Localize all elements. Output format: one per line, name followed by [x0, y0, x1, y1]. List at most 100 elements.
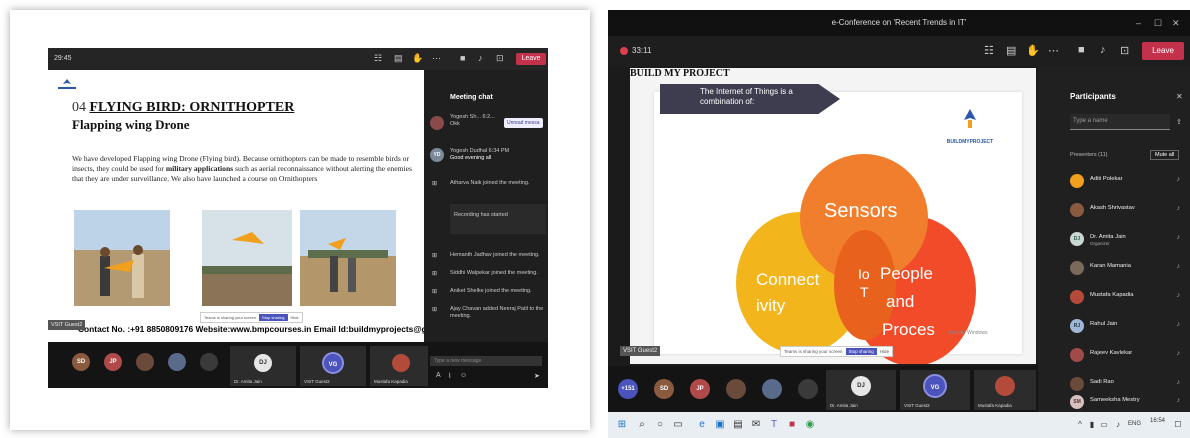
edge-icon[interactable]: e	[696, 419, 708, 431]
participants-icon[interactable]: ☷	[984, 44, 994, 57]
task-view-icon[interactable]: ▭	[672, 419, 684, 431]
close-panel-icon[interactable]: ✕	[1176, 92, 1183, 101]
participant-item[interactable]: Aditi Polekar ♪	[1070, 172, 1182, 192]
right-hide-button[interactable]: Hide	[880, 349, 889, 354]
connectivity-label-1: Connect	[756, 270, 820, 289]
mute-all-button[interactable]: Mute all	[1150, 150, 1180, 160]
chat-icon[interactable]: ▤	[394, 53, 403, 64]
participant-avatar[interactable]: SD	[654, 379, 674, 399]
chat-message-input[interactable]: Type a new message	[430, 356, 542, 366]
participant-avatar[interactable]	[168, 353, 186, 371]
participant-item[interactable]: Mustafa Kapadia ♪	[1070, 288, 1182, 308]
participant-tile[interactable]: Mustafa Kapadia	[974, 370, 1036, 410]
mic-muted-icon: ♪	[1176, 321, 1181, 328]
participant-item[interactable]: Karan Mamania ♪	[1070, 259, 1182, 279]
send-icon[interactable]: ➤	[534, 372, 540, 380]
right-meeting-toolbar: 33:11 ☷ ▤ ✋ ⋯ ■ ♪ ⊡ Leave	[608, 36, 1190, 66]
attach-icon[interactable]: ⌇	[448, 372, 451, 380]
chat-system-message: Atharva Naik joined the meeting.	[450, 180, 530, 186]
participants-icon[interactable]: ☷	[374, 53, 382, 64]
store-icon[interactable]: ▣	[714, 419, 726, 431]
left-stop-sharing-button[interactable]: Stop sharing	[259, 314, 288, 321]
volume-icon[interactable]: ♪	[1112, 419, 1124, 431]
tile-name: Mustafa Kapadia	[978, 403, 1012, 408]
teams-icon[interactable]: T	[768, 419, 780, 431]
participant-tile[interactable]: Mustafa Kapadia	[370, 346, 428, 386]
participant-avatar[interactable]: JP	[690, 379, 710, 399]
participant-avatar[interactable]: JP	[104, 353, 122, 371]
unread-messages-button[interactable]: Unread messa	[504, 118, 543, 128]
chat-icon[interactable]: ▤	[1006, 44, 1016, 57]
buildmyproject-logo: BUILDMYPROJECT	[940, 108, 1000, 145]
language-indicator[interactable]: ENG	[1128, 421, 1141, 427]
more-participants-count[interactable]: +151	[618, 379, 638, 399]
file-explorer-icon[interactable]: ▤	[732, 419, 744, 431]
mic-muted-icon: ♪	[1176, 263, 1181, 270]
participant-avatar[interactable]	[762, 379, 782, 399]
participant-item[interactable]: DJ Dr. Amita Jain Organizer ♪	[1070, 230, 1182, 250]
mic-muted-icon: ♪	[1176, 176, 1181, 183]
photo-launch-drone	[300, 210, 396, 306]
clock[interactable]: 16:54	[1150, 418, 1165, 424]
raise-hand-icon[interactable]: ✋	[412, 53, 423, 64]
left-hide-button[interactable]: Hide	[291, 315, 299, 320]
leave-button[interactable]: Leave	[516, 53, 546, 65]
participant-item[interactable]: Sadi Rao ♪	[1070, 375, 1182, 395]
chat-avatar	[430, 116, 444, 130]
mic-icon[interactable]: ♪	[1100, 44, 1106, 56]
windows-start-icon[interactable]: ⊞	[616, 419, 628, 431]
participant-tile[interactable]: DJ Dr. Amita Jain	[230, 346, 296, 386]
battery-icon[interactable]: ▭	[1098, 419, 1110, 431]
chrome-icon[interactable]: ◉	[804, 419, 816, 431]
participant-search-input[interactable]: Type a name	[1070, 114, 1170, 130]
mail-icon[interactable]: ✉	[750, 419, 762, 431]
chat-recording-notice: Recording has started	[450, 204, 546, 234]
notifications-icon[interactable]: ☐	[1172, 419, 1184, 431]
share-screen-icon[interactable]: ⊡	[496, 53, 504, 64]
mic-icon[interactable]: ♪	[478, 53, 483, 63]
more-options-icon[interactable]: ⋯	[1048, 44, 1059, 57]
maximize-icon[interactable]: ☐	[1154, 10, 1162, 36]
participant-item[interactable]: SM Sameeksha Mestry ♪	[1070, 393, 1182, 413]
participants-panel: Participants ✕ Type a name ⇪ Presenters …	[1038, 66, 1190, 412]
participant-avatar[interactable]	[136, 353, 154, 371]
participant-item[interactable]: Akash Shrivastav ♪	[1070, 201, 1182, 221]
presenters-header[interactable]: Presenters (11)	[1070, 152, 1108, 158]
participant-avatar[interactable]	[726, 379, 746, 399]
network-icon[interactable]: ▮	[1086, 419, 1098, 431]
participant-item[interactable]: RJ Rahul Jain ♪	[1070, 317, 1182, 337]
share-screen-icon[interactable]: ⊡	[1120, 44, 1129, 57]
close-icon[interactable]: ✕	[1172, 10, 1180, 36]
participant-avatar[interactable]: SD	[72, 353, 90, 371]
participant-tile[interactable]: VG VSIT Guest2	[300, 346, 366, 386]
more-options-icon[interactable]: ⋯	[432, 53, 441, 64]
share-invite-icon[interactable]: ⇪	[1176, 118, 1182, 126]
participant-tile[interactable]: VG VSIT Guest2	[900, 370, 970, 410]
participant-item[interactable]: Rajeev Kavlekar ♪	[1070, 346, 1182, 366]
participant-avatar: RJ	[1070, 319, 1084, 333]
tile-avatar: VG	[923, 374, 947, 398]
cortana-icon[interactable]: ○	[654, 419, 666, 431]
photo-team-with-drone	[74, 210, 170, 306]
participant-avatar[interactable]	[200, 353, 218, 371]
search-icon[interactable]: ⌕	[636, 419, 648, 431]
left-meeting-toolbar: 29:45 ☷ ▤ ✋ ⋯ ■ ♪ ⊡ Leave	[48, 48, 548, 70]
emoji-icon[interactable]: ☺	[460, 372, 467, 379]
participant-tile[interactable]: DJ Dr. Amita Jain	[826, 370, 896, 410]
chat-message: Yogesh Dudhal 6:34 PM Good evening all	[450, 148, 510, 161]
minimize-icon[interactable]: –	[1136, 10, 1141, 36]
participant-avatar	[1070, 261, 1084, 275]
app-icon[interactable]: ■	[786, 419, 798, 431]
format-icon[interactable]: A	[436, 372, 441, 379]
tray-up-icon[interactable]: ^	[1074, 419, 1086, 431]
leave-button[interactable]: Leave	[1142, 42, 1184, 60]
participant-avatar	[1070, 203, 1084, 217]
raise-hand-icon[interactable]: ✋	[1026, 44, 1040, 57]
right-stop-sharing-button[interactable]: Stop sharing	[845, 348, 877, 355]
right-presenter-tag: VSIT Guest2	[620, 346, 661, 356]
left-shared-slide: 04 FLYING BIRD: ORNITHOPTER Flapping win…	[48, 70, 424, 342]
camera-icon[interactable]: ■	[460, 53, 465, 63]
mic-muted-icon: ♪	[1176, 234, 1181, 241]
participant-avatar[interactable]	[798, 379, 818, 399]
camera-icon[interactable]: ■	[1078, 44, 1085, 56]
